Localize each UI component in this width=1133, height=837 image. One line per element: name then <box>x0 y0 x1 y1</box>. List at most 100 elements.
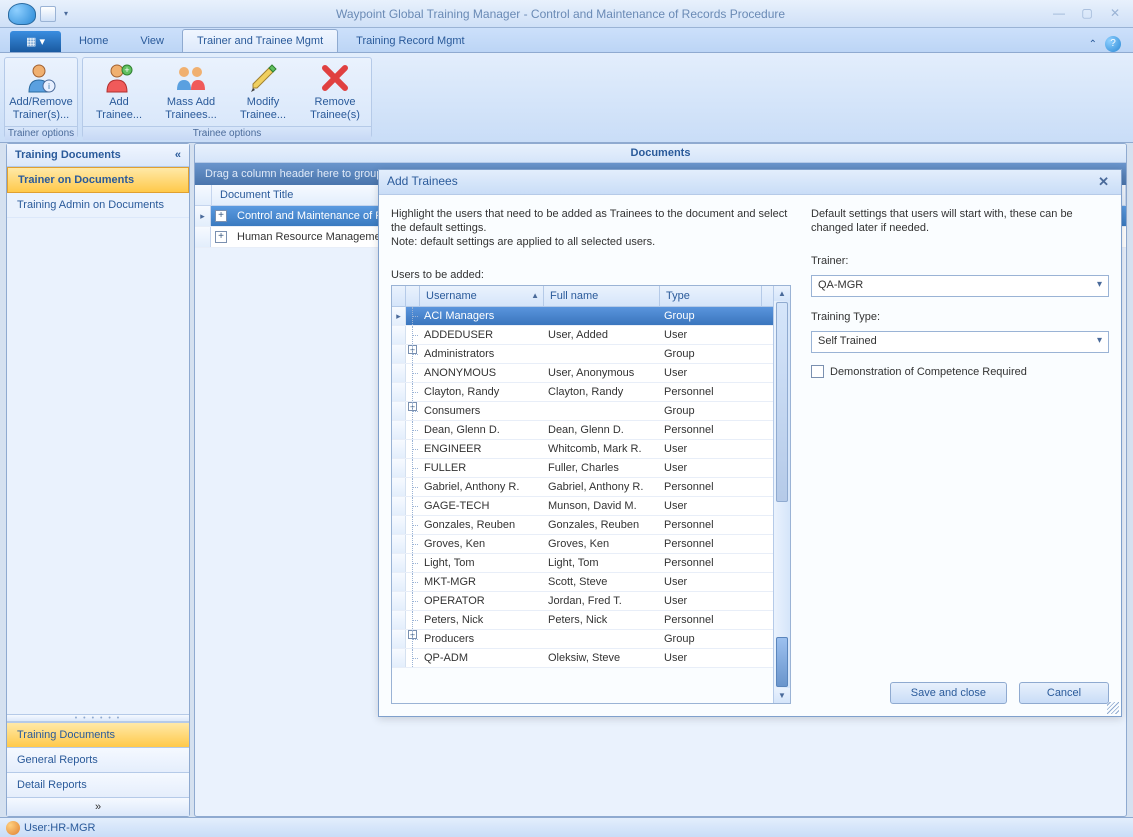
expand-icon[interactable]: + <box>408 345 417 354</box>
expand-icon[interactable]: + <box>408 630 417 639</box>
collapse-icon[interactable]: « <box>175 149 181 161</box>
add-remove-trainers-button[interactable]: i Add/Remove Trainer(s)... <box>5 58 77 126</box>
expand-icon[interactable]: + <box>215 210 227 222</box>
status-bar: User:HR-MGR <box>0 817 1133 837</box>
user-row[interactable]: ▸ACI ManagersGroup <box>392 307 773 326</box>
ribbon-collapse-icon[interactable]: ⌃ <box>1089 39 1097 50</box>
sidebar-splitter[interactable]: • • • • • • <box>7 714 189 722</box>
username-cell: Producers <box>420 631 544 647</box>
user-row[interactable]: Peters, NickPeters, NickPersonnel <box>392 611 773 630</box>
tab-training-record-mgmt[interactable]: Training Record Mgmt <box>342 30 478 52</box>
row-indicator <box>392 326 406 344</box>
minimize-button[interactable]: — <box>1049 6 1069 22</box>
users-scrollbar[interactable]: ▲ ▼ <box>773 286 790 703</box>
cancel-button[interactable]: Cancel <box>1019 682 1109 704</box>
status-user-label: User:HR-MGR <box>24 822 96 834</box>
user-row[interactable]: Dean, Glenn D.Dean, Glenn D.Personnel <box>392 421 773 440</box>
fullname-cell: Munson, David M. <box>544 498 660 514</box>
training-type-value: Self Trained <box>818 335 877 347</box>
fullname-cell: Light, Tom <box>544 555 660 571</box>
scroll-thumb-lower[interactable] <box>776 637 788 687</box>
row-indicator <box>392 649 406 667</box>
trainer-combo[interactable]: QA-MGR <box>811 275 1109 297</box>
indicator-column-header <box>392 286 406 306</box>
user-row[interactable]: Gonzales, ReubenGonzales, ReubenPersonne… <box>392 516 773 535</box>
user-row[interactable]: ADDEDUSERUser, AddedUser <box>392 326 773 345</box>
app-menu-button[interactable]: ▦ ▾ <box>10 31 61 52</box>
user-row[interactable]: FULLERFuller, CharlesUser <box>392 459 773 478</box>
sidebar-item-training-admin[interactable]: Training Admin on Documents <box>7 193 189 218</box>
user-row[interactable]: ANONYMOUSUser, AnonymousUser <box>392 364 773 383</box>
column-header-username[interactable]: Username ▲ <box>420 286 544 306</box>
scroll-up-icon[interactable]: ▲ <box>774 286 790 301</box>
row-indicator <box>392 497 406 515</box>
user-row[interactable]: QP-ADMOleksiw, SteveUser <box>392 649 773 668</box>
scroll-thumb-upper[interactable] <box>776 302 788 502</box>
scroll-down-icon[interactable]: ▼ <box>774 688 790 703</box>
resize-grip-icon[interactable] <box>1107 702 1119 714</box>
maximize-button[interactable]: ▢ <box>1077 6 1097 22</box>
row-indicator <box>392 345 406 363</box>
column-header-fullname[interactable]: Full name <box>544 286 660 306</box>
training-type-combo[interactable]: Self Trained <box>811 331 1109 353</box>
tree-line <box>406 326 420 344</box>
user-row[interactable]: OPERATORJordan, Fred T.User <box>392 592 773 611</box>
user-row[interactable]: +Producers Group <box>392 630 773 649</box>
sidebar-overflow-button[interactable]: » <box>7 797 189 816</box>
tab-trainer-mgmt[interactable]: Trainer and Trainee Mgmt <box>182 29 338 52</box>
user-row[interactable]: Light, TomLight, TomPersonnel <box>392 554 773 573</box>
tab-home[interactable]: Home <box>65 30 122 52</box>
competence-checkbox[interactable] <box>811 365 824 378</box>
help-icon[interactable]: ? <box>1105 36 1121 52</box>
row-indicator <box>195 227 211 247</box>
fullname-cell: Fuller, Charles <box>544 460 660 476</box>
sort-asc-icon: ▲ <box>531 291 539 300</box>
user-row[interactable]: MKT-MGRScott, SteveUser <box>392 573 773 592</box>
username-cell: Gabriel, Anthony R. <box>420 479 544 495</box>
titlebar: ▾ Waypoint Global Training Manager - Con… <box>0 0 1133 28</box>
competence-label: Demonstration of Competence Required <box>830 366 1027 378</box>
mass-add-trainees-button[interactable]: Mass Add Trainees... <box>155 58 227 126</box>
fullname-cell: Groves, Ken <box>544 536 660 552</box>
tree-line <box>406 554 420 572</box>
type-cell: User <box>660 327 762 343</box>
user-row[interactable]: Gabriel, Anthony R.Gabriel, Anthony R.Pe… <box>392 478 773 497</box>
sidebar-foot-detail-reports[interactable]: Detail Reports <box>7 772 189 797</box>
save-and-close-button[interactable]: Save and close <box>890 682 1007 704</box>
fullname-cell: Scott, Steve <box>544 574 660 590</box>
username-cell: Consumers <box>420 403 544 419</box>
dialog-close-button[interactable]: ✕ <box>1094 174 1113 190</box>
username-cell: Peters, Nick <box>420 612 544 628</box>
sidebar-header[interactable]: Training Documents « <box>7 144 189 167</box>
user-row[interactable]: +AdministratorsGroup <box>392 345 773 364</box>
trainer-value: QA-MGR <box>818 279 863 291</box>
expand-icon[interactable]: + <box>408 402 417 411</box>
modify-trainee-button[interactable]: Modify Trainee... <box>227 58 299 126</box>
qat-dropdown[interactable]: ▾ <box>60 9 72 18</box>
user-row[interactable]: +ConsumersGroup <box>392 402 773 421</box>
dialog-titlebar[interactable]: Add Trainees ✕ <box>379 170 1121 195</box>
user-row[interactable]: Groves, KenGroves, KenPersonnel <box>392 535 773 554</box>
add-trainee-button[interactable]: + Add Trainee... <box>83 58 155 126</box>
remove-trainees-button[interactable]: Remove Trainee(s) <box>299 58 371 126</box>
tab-view[interactable]: View <box>126 30 178 52</box>
column-header-type[interactable]: Type <box>660 286 762 306</box>
dialog-hint-left: Highlight the users that need to be adde… <box>391 207 791 249</box>
close-button[interactable]: ✕ <box>1105 6 1125 22</box>
sidebar-item-trainer-on-documents[interactable]: Trainer on Documents <box>7 167 189 193</box>
sidebar-foot-training-documents[interactable]: Training Documents <box>7 722 189 747</box>
sidebar-foot-general-reports[interactable]: General Reports <box>7 747 189 772</box>
tree-line <box>406 459 420 477</box>
user-row[interactable]: GAGE-TECHMunson, David M.User <box>392 497 773 516</box>
type-cell: Group <box>660 631 762 647</box>
sidebar-title: Training Documents <box>15 149 121 161</box>
tree-column-header <box>406 286 420 306</box>
qat-button[interactable] <box>40 6 56 22</box>
expand-icon[interactable]: + <box>215 231 227 243</box>
user-row[interactable]: Clayton, RandyClayton, RandyPersonnel <box>392 383 773 402</box>
type-cell: Personnel <box>660 479 762 495</box>
svg-text:+: + <box>124 65 129 75</box>
app-orb[interactable] <box>8 3 36 25</box>
user-row[interactable]: ENGINEERWhitcomb, Mark R.User <box>392 440 773 459</box>
people-group-icon <box>175 62 207 94</box>
